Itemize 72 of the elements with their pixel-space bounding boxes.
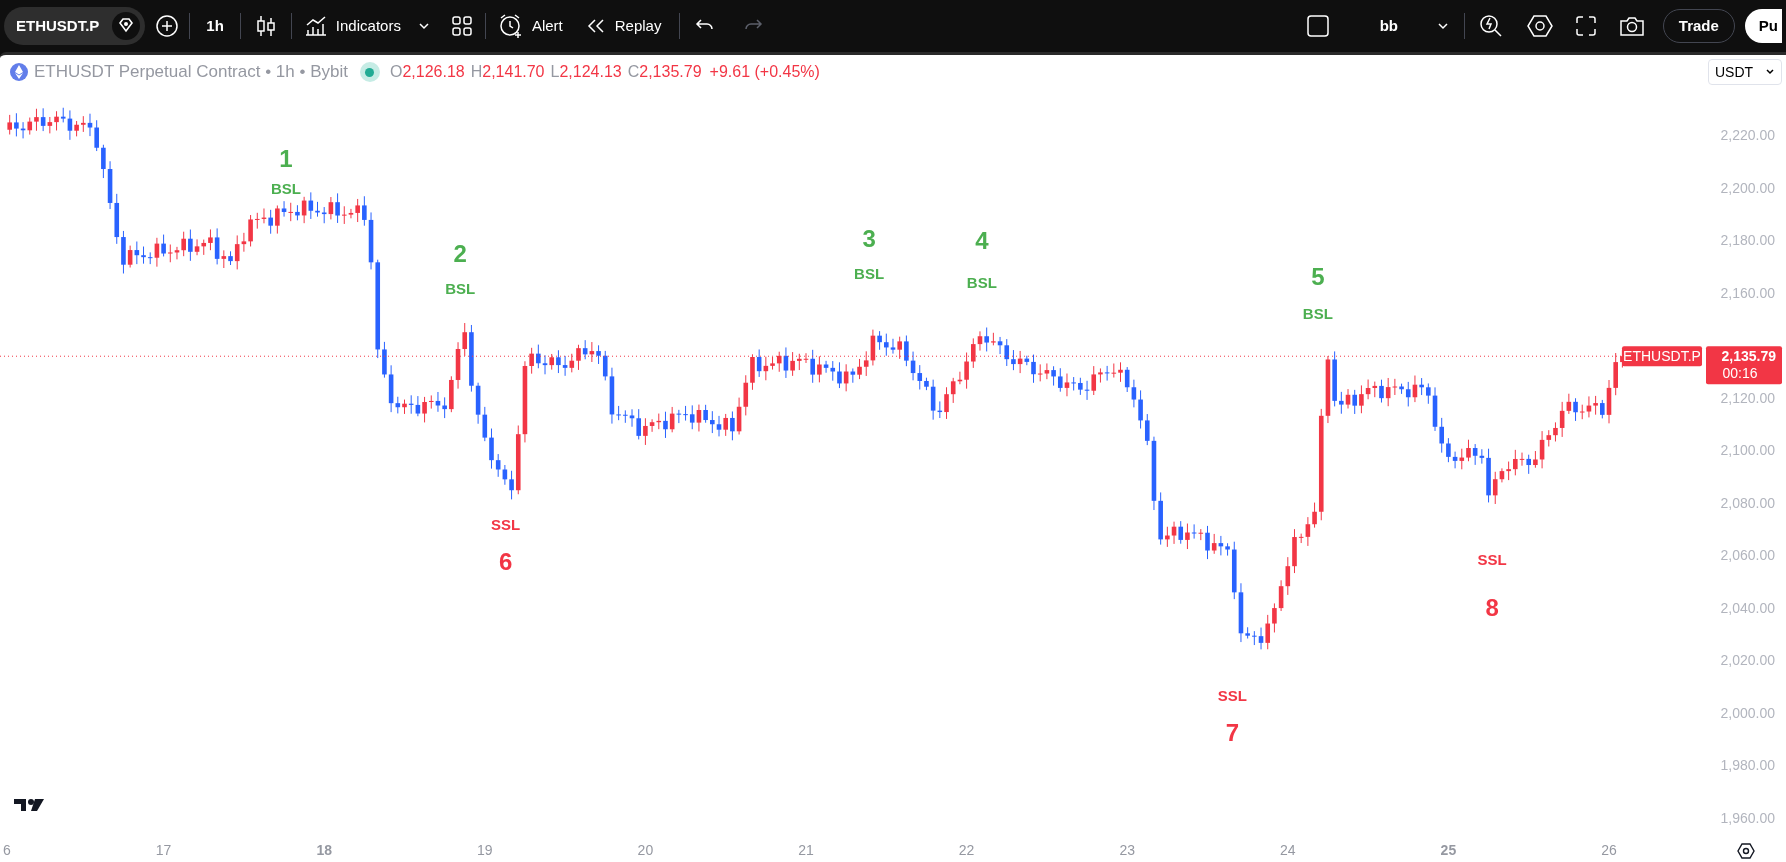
chart-icon xyxy=(303,15,328,37)
liquidity-label: SSL xyxy=(491,515,521,533)
liquidity-label: BSL xyxy=(966,274,997,292)
price-axis-label: 2,120.00 xyxy=(1720,389,1775,406)
logo-icon xyxy=(14,799,44,811)
time-axis-label: 18 xyxy=(316,842,332,858)
time-axis-label: 26 xyxy=(1601,842,1617,858)
ethereum-icon xyxy=(10,63,28,81)
price-axis-label: 2,020.00 xyxy=(1720,652,1775,669)
symbol-price-tag: ETHUSDT.P xyxy=(1622,346,1702,367)
time-axis-label: 21 xyxy=(798,842,814,858)
marker-number: 2 xyxy=(453,239,467,267)
interval-button[interactable]: 1h xyxy=(192,7,238,45)
fullscreen-icon[interactable] xyxy=(1574,15,1597,37)
symbol-label: ETHUSDT.P xyxy=(16,15,100,36)
price-axis-label: 2,000.00 xyxy=(1720,704,1775,721)
publish-button[interactable]: Pu xyxy=(1744,9,1782,43)
price-axis-label: 1,960.00 xyxy=(1720,810,1775,826)
marker-number: 1 xyxy=(279,145,293,173)
settings-icon[interactable] xyxy=(1737,843,1755,859)
chevron-down-icon[interactable] xyxy=(1435,21,1450,31)
liquidity-label: BSL xyxy=(270,179,301,197)
alert-button[interactable]: Alert xyxy=(487,7,573,45)
symbol-search-button[interactable]: ETHUSDT.P xyxy=(4,7,146,45)
add-icon[interactable] xyxy=(155,14,180,38)
time-axis-label: 17 xyxy=(155,842,172,858)
chevron-down-icon[interactable] xyxy=(416,21,431,31)
marker-number: 8 xyxy=(1485,593,1499,621)
ohlc-value: C2,135.79 xyxy=(627,62,702,82)
alarm-clock-icon xyxy=(497,13,524,39)
time-axis-label: 20 xyxy=(637,842,654,858)
ohlc-value: H2,141.70 xyxy=(470,62,545,82)
liquidity-label: BSL xyxy=(854,265,885,283)
time-axis-label: 24 xyxy=(1280,842,1296,858)
price-axis-label: 2,160.00 xyxy=(1720,284,1775,301)
liquidity-label: SSL xyxy=(1217,686,1247,704)
time-axis-label: 25 xyxy=(1440,842,1457,858)
replay-button[interactable]: Replay xyxy=(574,7,672,45)
price-axis-label: 2,200.00 xyxy=(1720,179,1775,196)
marker-number: 4 xyxy=(975,227,989,255)
liquidity-label: SSL xyxy=(1477,550,1507,568)
marker-number: 6 xyxy=(499,548,513,576)
camera-icon[interactable] xyxy=(1618,15,1645,37)
price-axis-label: 2,060.00 xyxy=(1720,547,1775,564)
price-axis-label: 2,180.00 xyxy=(1720,232,1775,249)
layout-name-button[interactable]: bb xyxy=(1343,7,1434,45)
grid-icon[interactable] xyxy=(450,15,473,37)
price-axis-label: 2,100.00 xyxy=(1720,442,1775,459)
marker-number: 7 xyxy=(1225,719,1240,747)
ohlc-value: O2,126.18 xyxy=(389,62,465,82)
liquidity-label: BSL xyxy=(1302,304,1333,322)
indicators-button[interactable]: Indicators xyxy=(293,7,411,45)
time-axis-label: 23 xyxy=(1119,842,1135,858)
last-price-tag: 2,135.79 00:16 xyxy=(1706,346,1782,385)
time-axis-label: 22 xyxy=(958,842,975,858)
chevron-down-icon xyxy=(1765,68,1775,76)
ohlc-value: L2,124.13 xyxy=(550,62,622,82)
marker-number: 5 xyxy=(1311,263,1325,291)
time-axis-label: 6 xyxy=(3,842,11,858)
price-axis-label: 2,080.00 xyxy=(1720,494,1775,511)
search-icon[interactable] xyxy=(1478,14,1503,38)
price-change: +9.61 (+0.45%) xyxy=(709,62,820,82)
square-icon[interactable] xyxy=(1305,14,1330,38)
marker-number: 3 xyxy=(862,224,876,252)
symbol-title: ETHUSDT Perpetual Contract • 1h • Bybit xyxy=(34,61,348,84)
price-axis-label: 1,980.00 xyxy=(1720,757,1775,774)
liquidity-label: BSL xyxy=(445,279,476,297)
price-axis-label: 2,220.00 xyxy=(1720,127,1775,143)
candles-icon[interactable] xyxy=(254,14,277,38)
currency-dropdown[interactable]: USDT xyxy=(1708,59,1782,85)
price-axis-label: 2,040.00 xyxy=(1720,599,1775,616)
time-axis-label: 19 xyxy=(477,842,493,858)
